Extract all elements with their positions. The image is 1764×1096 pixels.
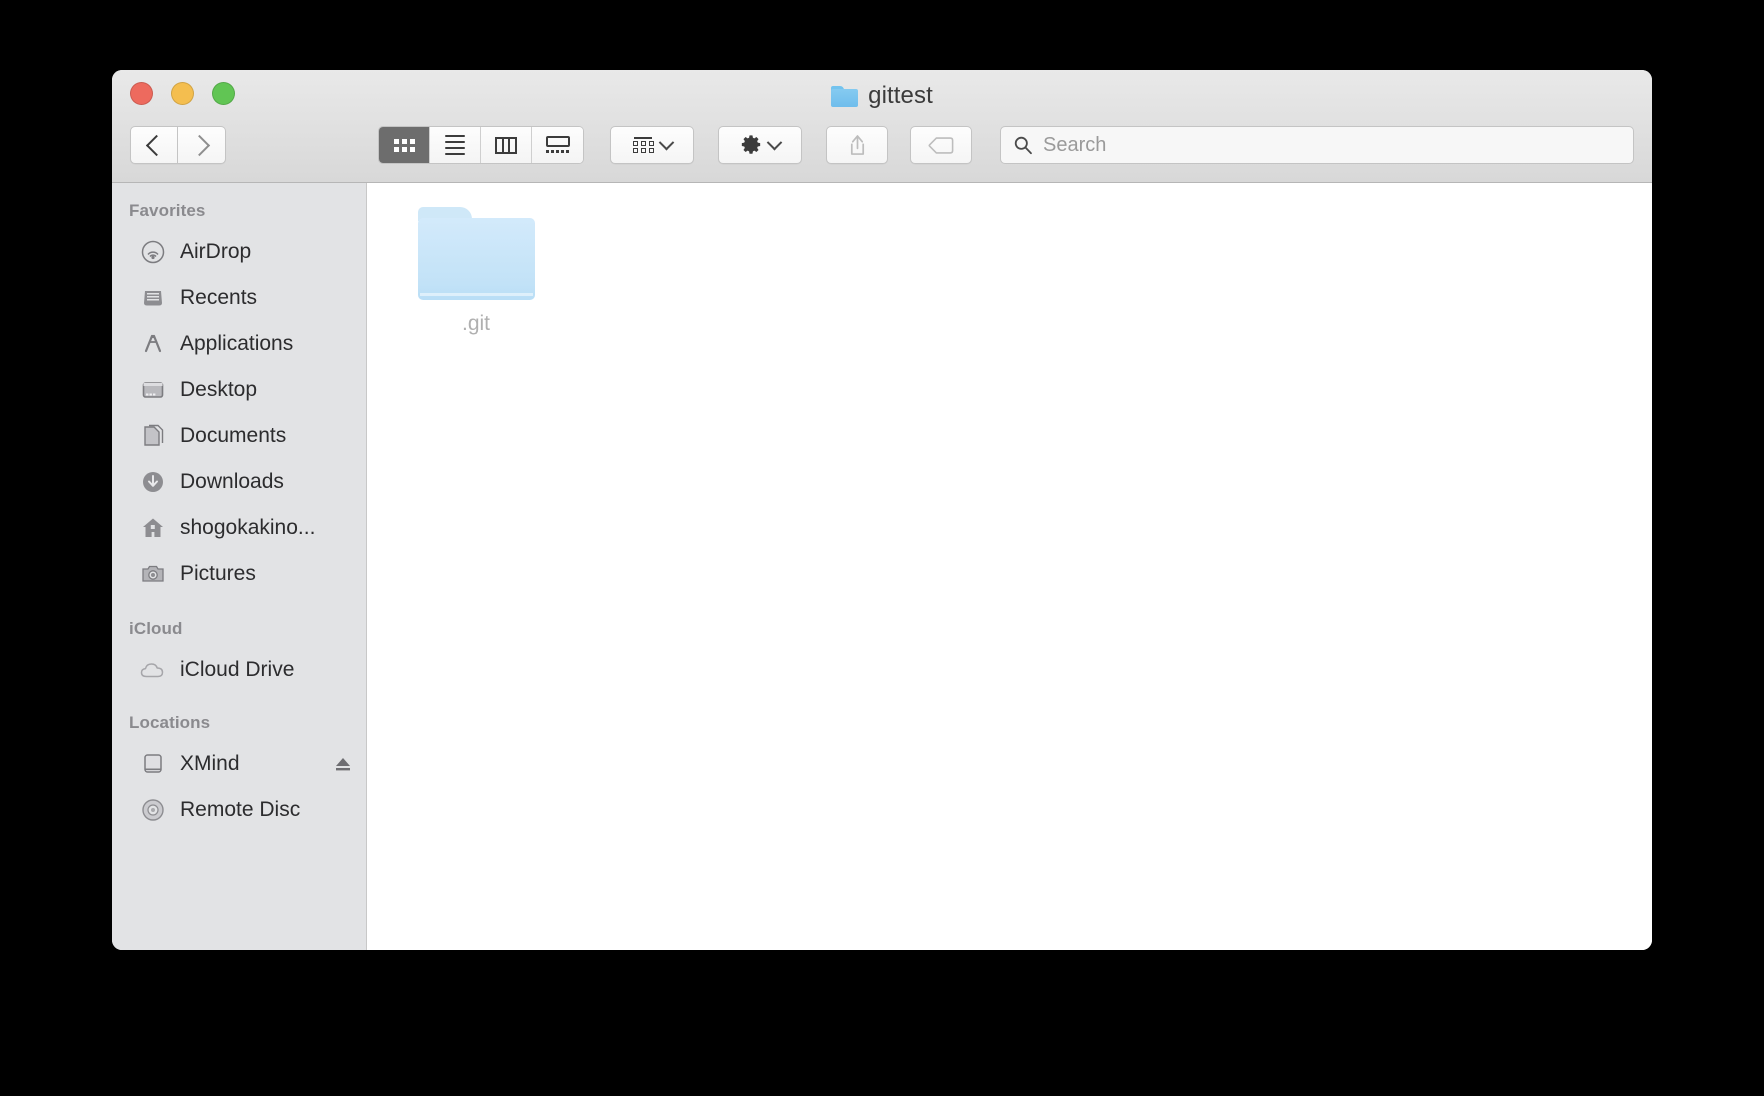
sidebar-section-locations: Locations XMind Remote Disc <box>112 713 366 833</box>
traffic-lights <box>130 82 235 105</box>
list-view-button[interactable] <box>430 127 481 163</box>
eject-icon[interactable] <box>334 755 352 773</box>
gallery-icon <box>545 136 570 154</box>
sidebar-item-label: Pictures <box>180 562 256 585</box>
search-field[interactable]: Search <box>1000 126 1634 164</box>
cloud-icon <box>140 657 166 683</box>
sidebar-header-icloud: iCloud <box>129 619 183 638</box>
optical-disc-icon <box>140 797 166 823</box>
maximize-button[interactable] <box>212 82 235 105</box>
sidebar-item-label: shogokakino... <box>180 516 316 539</box>
sidebar-item-downloads[interactable]: Downloads <box>112 459 366 505</box>
forward-chevron-icon <box>188 134 210 156</box>
tags-button[interactable] <box>910 126 972 164</box>
gallery-view-button[interactable] <box>532 127 583 163</box>
window-title-text: gittest <box>868 82 933 109</box>
sidebar-item-applications[interactable]: Applications <box>112 321 366 367</box>
documents-icon <box>140 423 166 449</box>
airdrop-icon <box>140 239 166 265</box>
sidebar: Favorites AirDrop Recents Applications D… <box>112 183 367 950</box>
back-button[interactable] <box>130 126 178 164</box>
sidebar-item-documents[interactable]: Documents <box>112 413 366 459</box>
icon-view-button[interactable] <box>379 127 430 163</box>
chevron-down-icon <box>658 134 674 150</box>
folder-icon <box>831 85 859 107</box>
sidebar-item-label: Recents <box>180 286 258 309</box>
file-browser-content[interactable]: .git <box>367 183 1652 950</box>
action-button[interactable] <box>718 126 802 164</box>
desktop-icon <box>140 377 166 403</box>
columns-icon <box>495 136 517 154</box>
column-view-button[interactable] <box>481 127 532 163</box>
gear-icon <box>740 134 762 156</box>
sidebar-item-recents[interactable]: Recents <box>112 275 366 321</box>
sidebar-item-label: AirDrop <box>180 240 252 263</box>
share-icon <box>850 134 864 155</box>
sidebar-item-desktop[interactable]: Desktop <box>112 367 366 413</box>
search-input[interactable]: Search <box>1043 134 1106 157</box>
sidebar-section-icloud: iCloud iCloud Drive <box>112 619 366 693</box>
arrange-icon <box>632 137 654 153</box>
share-button[interactable] <box>826 126 888 164</box>
sidebar-item-xmind[interactable]: XMind <box>112 741 366 787</box>
home-icon <box>140 515 166 541</box>
sidebar-header-favorites: Favorites <box>129 201 206 220</box>
sidebar-item-pictures[interactable]: Pictures <box>112 551 366 597</box>
sidebar-section-favorites: Favorites AirDrop Recents Applications D… <box>112 201 366 597</box>
folder-icon <box>417 207 535 300</box>
downloads-icon <box>140 469 166 495</box>
chevron-down-icon <box>766 134 783 150</box>
forward-button[interactable] <box>178 126 226 164</box>
sidebar-item-label: Desktop <box>180 378 258 401</box>
sidebar-item-label: Remote Disc <box>180 798 301 821</box>
external-drive-icon <box>140 751 166 777</box>
sidebar-header-locations: Locations <box>129 713 211 732</box>
sidebar-item-label: Downloads <box>180 470 284 493</box>
sidebar-item-home[interactable]: shogokakino... <box>112 505 366 551</box>
sidebar-item-label: Documents <box>180 424 287 447</box>
window-title: gittest <box>112 82 1652 110</box>
sidebar-item-label: XMind <box>180 752 240 775</box>
minimize-button[interactable] <box>171 82 194 105</box>
file-item-git[interactable]: .git <box>413 207 539 336</box>
sidebar-item-label: iCloud Drive <box>180 658 295 681</box>
window-titlebar: gittest Search <box>112 70 1652 183</box>
window-body: Favorites AirDrop Recents Applications D… <box>112 183 1652 950</box>
close-button[interactable] <box>130 82 153 105</box>
sidebar-item-label: Applications <box>180 332 294 355</box>
tag-icon <box>928 136 954 154</box>
arrange-button[interactable] <box>610 126 694 164</box>
search-icon <box>1014 136 1032 155</box>
finder-window: gittest Search Favorites AirDrop Recents… <box>112 70 1652 950</box>
pictures-icon <box>140 561 166 587</box>
recents-icon <box>140 285 166 311</box>
navigation-buttons <box>130 126 226 164</box>
view-mode-segmented-control <box>378 126 584 164</box>
back-chevron-icon <box>145 134 168 156</box>
toolbar: Search <box>112 114 1652 176</box>
grid-icon <box>393 138 415 152</box>
applications-icon <box>140 331 166 357</box>
sidebar-item-icloud-drive[interactable]: iCloud Drive <box>112 647 366 693</box>
list-icon <box>445 134 465 156</box>
file-name-label: .git <box>461 312 490 335</box>
sidebar-item-remote-disc[interactable]: Remote Disc <box>112 787 366 833</box>
sidebar-item-airdrop[interactable]: AirDrop <box>112 229 366 275</box>
